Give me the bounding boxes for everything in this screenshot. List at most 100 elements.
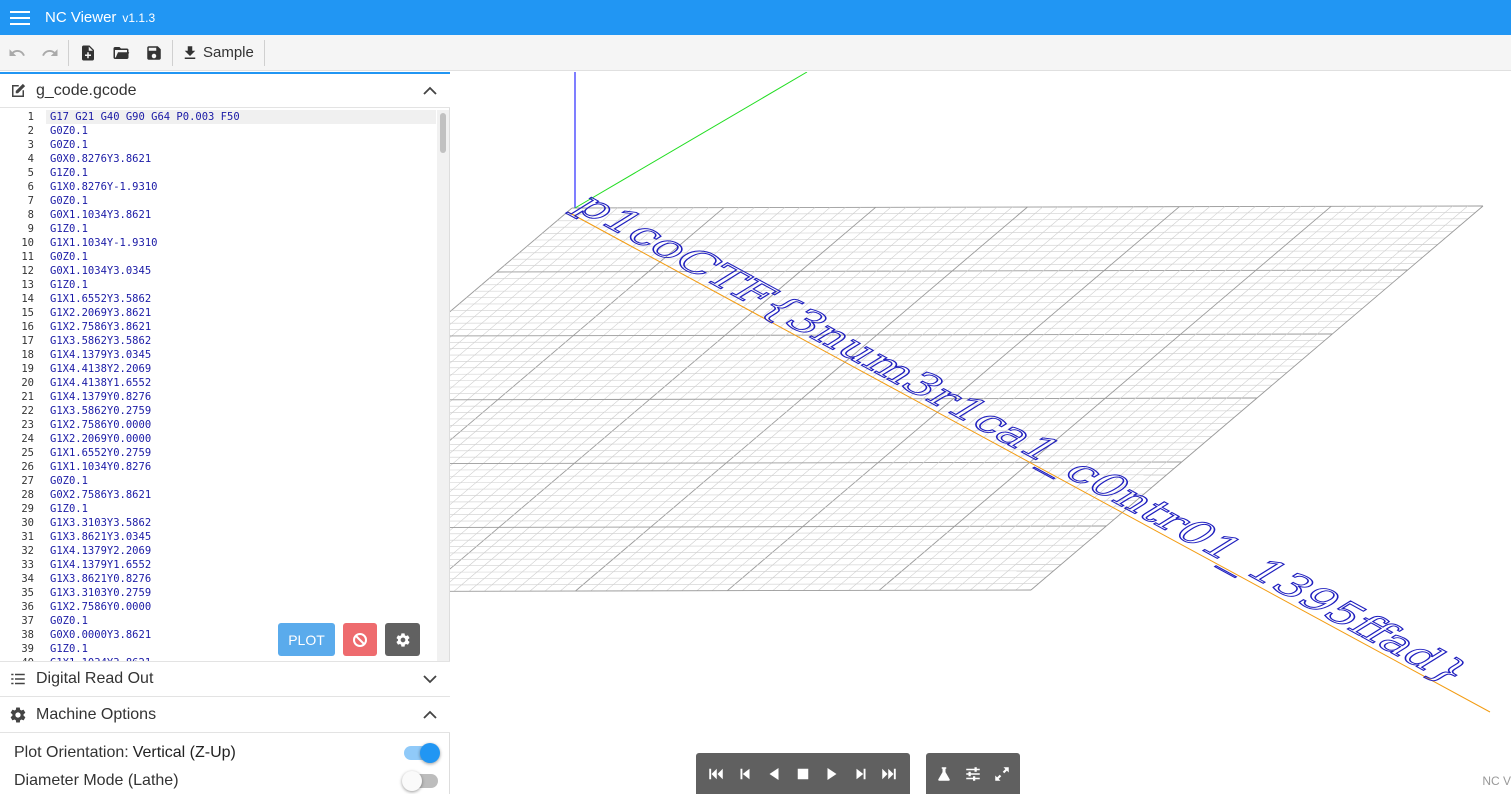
- open-folder-icon[interactable]: [104, 35, 137, 71]
- code-lines[interactable]: G17 G21 G40 G90 G64 P0.003 F50 G0Z0.1 G0Z0…: [46, 110, 436, 661]
- code-line[interactable]: G0Z0.1: [46, 194, 436, 208]
- code-line[interactable]: G1X1.6552Y0.2759: [46, 446, 436, 460]
- code-line[interactable]: G0Z0.1: [46, 614, 436, 628]
- line-number: 29: [21, 503, 34, 515]
- file-panel-header[interactable]: g_code.gcode: [0, 72, 450, 108]
- line-number: 33: [21, 559, 34, 571]
- code-line[interactable]: G0Z0.1: [46, 138, 436, 152]
- plot-scene[interactable]: p1coCTF{3num3r1ca1_c0ntr01_1395ffad}: [450, 72, 1511, 794]
- step-back-icon[interactable]: [732, 759, 758, 789]
- code-line[interactable]: G1X2.7586Y3.8621: [46, 320, 436, 334]
- code-line[interactable]: G1X3.5862Y0.2759: [46, 404, 436, 418]
- line-number: 18: [21, 349, 34, 361]
- code-line[interactable]: G1X1.6552Y3.5862: [46, 292, 436, 306]
- scroll-thumb[interactable]: [440, 113, 446, 153]
- plot-button[interactable]: PLOT: [278, 623, 335, 656]
- code-line[interactable]: G1X4.1379Y1.6552: [46, 558, 436, 572]
- code-line[interactable]: G1X2.7586Y0.0000: [46, 600, 436, 614]
- code-line[interactable]: G1X4.1379Y0.8276: [46, 390, 436, 404]
- code-line[interactable]: G1Z0.1: [46, 222, 436, 236]
- code-line[interactable]: G0Z0.1: [46, 474, 436, 488]
- machine-options-header[interactable]: Machine Options: [0, 697, 450, 733]
- undo-icon[interactable]: [0, 35, 33, 71]
- sliders-icon[interactable]: [960, 759, 986, 789]
- play-icon[interactable]: [819, 759, 845, 789]
- line-number: 4: [27, 153, 34, 165]
- line-number-gutter: 1 2 3 4 5 6 7 8 9 10 11 12 13 14 15 16 17 18 19 20 21 22 23 24 2…: [0, 110, 40, 661]
- code-line[interactable]: G1X1.1034Y0.8276: [46, 460, 436, 474]
- code-line[interactable]: G1X4.4138Y1.6552: [46, 376, 436, 390]
- diameter-mode-toggle[interactable]: [402, 771, 438, 791]
- code-line[interactable]: G1X0.8276Y-1.9310: [46, 180, 436, 194]
- chevron-down-icon[interactable]: [410, 671, 450, 687]
- grid-line: [450, 423, 1227, 426]
- code-line[interactable]: G1X4.1379Y2.2069: [46, 544, 436, 558]
- code-line[interactable]: G17 G21 G40 G90 G64 P0.003 F50: [46, 110, 436, 124]
- redo-icon[interactable]: [33, 35, 66, 71]
- code-line[interactable]: G0X2.7586Y3.8621: [46, 488, 436, 502]
- dro-panel-header[interactable]: Digital Read Out: [0, 661, 450, 697]
- grid-line: [450, 442, 1205, 445]
- play-reverse-icon[interactable]: [761, 759, 787, 789]
- code-line[interactable]: G0X0.8276Y3.8621: [46, 152, 436, 166]
- grid-line: [450, 519, 1114, 522]
- chevron-up-icon[interactable]: [410, 83, 450, 99]
- code-line[interactable]: G1X3.8621Y3.0345: [46, 530, 436, 544]
- gear-icon: [396, 632, 409, 647]
- skip-end-icon[interactable]: [876, 759, 902, 789]
- code-editor[interactable]: 1 2 3 4 5 6 7 8 9 10 11 12 13 14 15 16 17 18 19 20 21 22 23 24 2…: [0, 110, 450, 661]
- skip-start-icon[interactable]: [703, 759, 729, 789]
- line-number: 39: [21, 643, 34, 655]
- plot-orientation-value: Vertical (Z-Up): [132, 744, 236, 761]
- code-line[interactable]: G1X2.2069Y0.0000: [46, 432, 436, 446]
- code-line[interactable]: G1Z0.1: [46, 166, 436, 180]
- grid-line: [450, 320, 1348, 324]
- code-line[interactable]: G1X2.2069Y3.8621: [46, 306, 436, 320]
- editor-settings-button[interactable]: [385, 623, 420, 656]
- file-name: g_code.gcode: [36, 81, 137, 99]
- code-line[interactable]: G1X3.3103Y3.5862: [46, 516, 436, 530]
- code-line[interactable]: G1X3.5862Y3.5862: [46, 334, 436, 348]
- flask-icon[interactable]: [931, 759, 957, 789]
- new-file-icon[interactable]: [71, 35, 104, 71]
- line-number: 7: [27, 195, 34, 207]
- chevron-up-icon[interactable]: [410, 707, 450, 723]
- code-line[interactable]: G1Z0.1: [46, 278, 436, 292]
- plot-orientation-toggle[interactable]: [404, 743, 440, 763]
- y-axis: [574, 72, 808, 209]
- line-number: 13: [21, 279, 34, 291]
- code-line[interactable]: G1X4.1379Y3.0345: [46, 348, 436, 362]
- plot-viewport[interactable]: p1coCTF{3num3r1ca1_c0ntr01_1395ffad} NC …: [450, 72, 1511, 794]
- editor-scrollbar[interactable]: [437, 110, 449, 661]
- code-line[interactable]: G1X4.4138Y2.2069: [46, 362, 436, 376]
- step-forward-icon[interactable]: [848, 759, 874, 789]
- code-line[interactable]: G1X2.7586Y0.0000: [46, 418, 436, 432]
- playback-controls: [696, 753, 910, 794]
- code-line[interactable]: G0Z0.1: [46, 250, 436, 264]
- menu-icon[interactable]: [0, 0, 40, 35]
- app-version: v1.1.3: [122, 10, 156, 25]
- code-line[interactable]: G0X1.1034Y3.8621: [46, 208, 436, 222]
- code-line[interactable]: G0X1.1034Y3.0345: [46, 264, 436, 278]
- sample-button[interactable]: Sample: [175, 35, 262, 71]
- code-line[interactable]: G0X0.0000Y3.8621: [46, 628, 436, 642]
- cancel-button[interactable]: [343, 623, 377, 656]
- code-line[interactable]: G1Z0.1: [46, 502, 436, 516]
- line-number: 14: [21, 293, 34, 305]
- app-title: NC Viewer: [45, 9, 117, 26]
- code-line[interactable]: G1X1.1034Y-1.9310: [46, 236, 436, 250]
- dro-title: Digital Read Out: [36, 670, 154, 687]
- grid-line: [450, 544, 1084, 547]
- line-number: 30: [21, 517, 34, 529]
- code-line[interactable]: G1X3.3103Y0.2759: [46, 586, 436, 600]
- code-line[interactable]: G0Z0.1: [46, 124, 436, 138]
- code-line[interactable]: G1X3.8621Y0.8276: [46, 572, 436, 586]
- title-bar: NC Viewer v1.1.3: [0, 0, 1511, 35]
- code-line[interactable]: G1Z0.1: [46, 642, 436, 656]
- view-tools: [926, 753, 1020, 794]
- save-icon[interactable]: [137, 35, 170, 71]
- grid-line: [450, 570, 1054, 573]
- fullscreen-icon[interactable]: [989, 759, 1015, 789]
- line-number: 19: [21, 363, 34, 375]
- stop-icon[interactable]: [790, 759, 816, 789]
